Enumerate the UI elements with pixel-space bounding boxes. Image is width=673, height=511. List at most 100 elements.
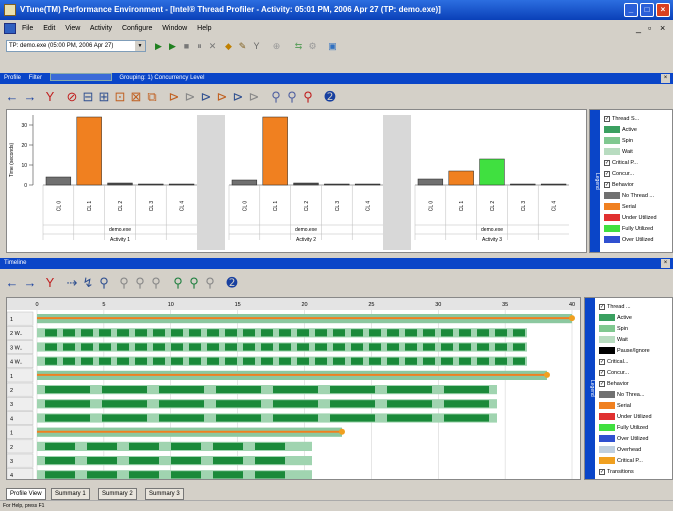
legend-item[interactable]: No Thread ...: [604, 191, 672, 202]
trace-icon[interactable]: ↯: [80, 275, 96, 291]
wand-icon[interactable]: ✎: [236, 40, 249, 53]
legend-item[interactable]: ✓ Critical...: [599, 357, 672, 368]
legend-checkbox[interactable]: ✓: [599, 358, 605, 365]
legend-item[interactable]: ✓ Concur...: [599, 368, 672, 379]
help-viewer-icon[interactable]: ▣: [326, 40, 339, 53]
pane-close-icon[interactable]: ×: [661, 259, 670, 268]
find-icon[interactable]: ⚲: [96, 275, 112, 291]
legend-item[interactable]: ✓ Thread S...: [604, 114, 672, 125]
cancel-icon[interactable]: ✕: [206, 40, 219, 53]
source-icon[interactable]: ⊡: [112, 89, 128, 105]
menu-configure[interactable]: Configure: [122, 25, 152, 32]
menu-window[interactable]: Window: [162, 25, 187, 32]
zoom-out-icon[interactable]: ⚲: [284, 89, 300, 105]
zoom-reset-icon[interactable]: ⚲: [300, 89, 316, 105]
legend-item[interactable]: Serial: [599, 401, 672, 412]
legend-item[interactable]: Active: [599, 313, 672, 324]
legend-item[interactable]: Overhead: [599, 445, 672, 456]
legend-item[interactable]: Spin: [599, 324, 672, 335]
zoom-out-icon[interactable]: ⚲: [132, 275, 148, 291]
menu-view[interactable]: View: [65, 25, 80, 32]
back-arrow-icon[interactable]: ←: [4, 275, 20, 291]
grouping-label[interactable]: Grouping: 1) Concurrency Level: [119, 75, 204, 81]
tab-summary-1[interactable]: Summary 1: [51, 488, 90, 500]
help-icon[interactable]: ➋: [322, 89, 338, 105]
menu-edit[interactable]: Edit: [43, 25, 55, 32]
pause-icon[interactable]: ⏸: [193, 40, 206, 53]
legend-item[interactable]: Over Utilized: [599, 434, 672, 445]
legend-item[interactable]: Spin: [604, 136, 672, 147]
filter-icon[interactable]: Y: [250, 40, 263, 53]
group-icon[interactable]: ⊘: [64, 89, 80, 105]
sampling-icon[interactable]: ⊕: [270, 40, 283, 53]
activity-icon-1[interactable]: ⊳: [166, 89, 182, 105]
legend-checkbox[interactable]: ✓: [599, 468, 605, 475]
run-icon[interactable]: ▶: [152, 40, 165, 53]
filter-remove-icon[interactable]: Y: [42, 89, 58, 105]
zoom-prev-icon[interactable]: ⚲: [186, 275, 202, 291]
legend-item[interactable]: Under Utilized: [604, 213, 672, 224]
pane-close-icon[interactable]: ×: [661, 74, 670, 83]
zoom-in-icon[interactable]: ⚲: [116, 275, 132, 291]
filter-box[interactable]: [49, 73, 112, 82]
object-icon[interactable]: ⊞: [96, 89, 112, 105]
zoom-in-icon[interactable]: ⚲: [268, 89, 284, 105]
legend-checkbox[interactable]: ✓: [604, 159, 610, 166]
activity-icon-6[interactable]: ⊳: [246, 89, 262, 105]
transition-icon[interactable]: ⊠: [128, 89, 144, 105]
legend-item[interactable]: Active: [604, 125, 672, 136]
maximize-button[interactable]: □: [640, 3, 654, 17]
legend-item[interactable]: ✓ Concur...: [604, 169, 672, 180]
zoom-fit-icon[interactable]: ⚲: [170, 275, 186, 291]
activity-combo[interactable]: TP: demo.exe (05:00 PM, 2006 Apr 27) ▼: [6, 40, 146, 52]
legend-checkbox[interactable]: ✓: [604, 181, 610, 188]
legend-item[interactable]: Fully Utilized: [604, 224, 672, 235]
legend-checkbox[interactable]: ✓: [599, 380, 605, 387]
legend-item[interactable]: Fully Utilized: [599, 423, 672, 434]
mdi-restore-button[interactable]: ▫: [648, 20, 651, 37]
legend-item[interactable]: No Threa...: [599, 390, 672, 401]
zoom-reset-icon[interactable]: ⚲: [148, 275, 164, 291]
tab-profile-view[interactable]: Profile View: [6, 488, 46, 500]
settings-icon[interactable]: ⚙: [306, 40, 319, 53]
legend-item[interactable]: Pause/Ignore: [599, 346, 672, 357]
run-selection-icon[interactable]: ▶: [166, 40, 179, 53]
diamond-icon[interactable]: ◆: [222, 40, 235, 53]
legend-item[interactable]: Wait: [599, 335, 672, 346]
mdi-minimize-button[interactable]: _: [636, 20, 641, 37]
view-icon[interactable]: ⧉: [144, 89, 160, 105]
close-button[interactable]: ×: [656, 3, 670, 17]
minimize-button[interactable]: _: [624, 3, 638, 17]
legend-item[interactable]: Over Utilized: [604, 235, 672, 246]
legend-item[interactable]: Critical P...: [599, 456, 672, 467]
legend-item[interactable]: ✓ Thread ...: [599, 302, 672, 313]
tab-summary-2[interactable]: Summary 2: [98, 488, 137, 500]
legend-item[interactable]: ✓ Behavior: [599, 379, 672, 390]
menu-file[interactable]: File: [22, 25, 33, 32]
legend-checkbox[interactable]: ✓: [604, 170, 610, 177]
activity-icon-4[interactable]: ⊳: [214, 89, 230, 105]
back-arrow-icon[interactable]: ←: [4, 89, 20, 105]
thread-icon[interactable]: ⊟: [80, 89, 96, 105]
legend-checkbox[interactable]: ✓: [599, 369, 605, 376]
chevron-down-icon[interactable]: ▼: [135, 41, 145, 51]
legend-checkbox[interactable]: ✓: [604, 115, 610, 122]
legend-item[interactable]: ✓ Behavior: [604, 180, 672, 191]
filter-remove-icon[interactable]: Y: [42, 275, 58, 291]
menu-help[interactable]: Help: [197, 25, 211, 32]
legend-item[interactable]: ✓ Transitions: [599, 467, 672, 478]
tab-summary-3[interactable]: Summary 3: [145, 488, 184, 500]
activity-icon-5[interactable]: ⊳: [230, 89, 246, 105]
legend-item[interactable]: Serial: [604, 202, 672, 213]
activity-icon-3[interactable]: ⊳: [198, 89, 214, 105]
menu-activity[interactable]: Activity: [90, 25, 112, 32]
legend-item[interactable]: ✓ Critical P...: [604, 158, 672, 169]
forward-arrow-icon[interactable]: →: [22, 89, 38, 105]
help-icon[interactable]: ➋: [224, 275, 240, 291]
stop-icon[interactable]: ■: [180, 40, 193, 53]
forward-arrow-icon[interactable]: →: [22, 275, 38, 291]
legend-item[interactable]: Wait: [604, 147, 672, 158]
legend-item[interactable]: Under Utilized: [599, 412, 672, 423]
activity-icon-2[interactable]: ⊳: [182, 89, 198, 105]
zoom-next-icon[interactable]: ⚲: [202, 275, 218, 291]
